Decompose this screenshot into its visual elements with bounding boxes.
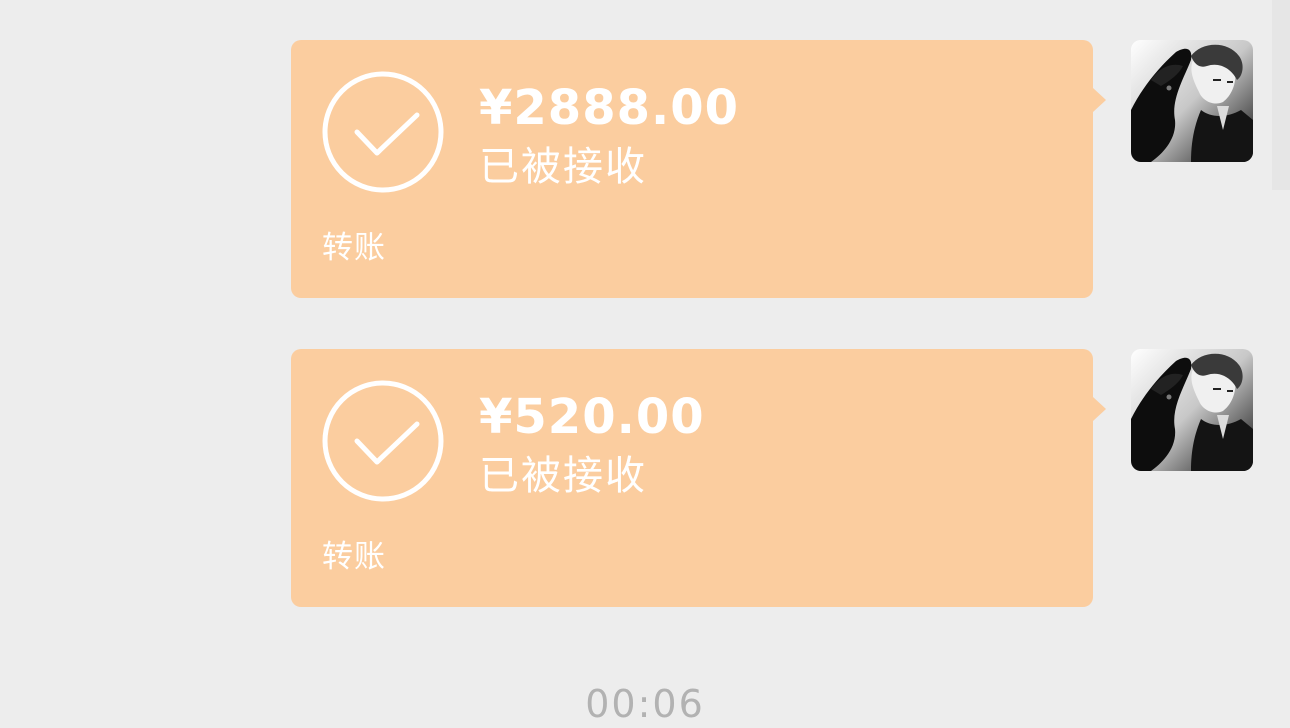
avatar-portrait-image bbox=[1131, 40, 1253, 162]
transfer-type-label: 转账 bbox=[322, 230, 386, 266]
transfer-status: 已被接收 bbox=[479, 453, 647, 499]
transfer-type-label: 转账 bbox=[322, 539, 386, 575]
check-circle-icon bbox=[322, 71, 444, 193]
transfer-amount: ¥2888.00 bbox=[479, 80, 740, 136]
user-avatar[interactable] bbox=[1131, 349, 1253, 471]
chat-message-row: ¥2888.00 已被接收 转账 bbox=[0, 40, 1290, 298]
check-circle-icon bbox=[322, 380, 444, 502]
bubble-tail bbox=[1093, 397, 1106, 421]
transfer-bubble[interactable]: ¥520.00 已被接收 转账 bbox=[291, 349, 1093, 607]
user-avatar[interactable] bbox=[1131, 40, 1253, 162]
message-timestamp: 00:06 bbox=[585, 682, 705, 726]
transfer-status: 已被接收 bbox=[479, 144, 647, 190]
avatar-portrait-image bbox=[1131, 349, 1253, 471]
chat-message-row: ¥520.00 已被接收 转账 bbox=[0, 349, 1290, 607]
transfer-bubble[interactable]: ¥2888.00 已被接收 转账 bbox=[291, 40, 1093, 298]
transfer-amount: ¥520.00 bbox=[479, 389, 705, 445]
bubble-tail bbox=[1093, 88, 1106, 112]
